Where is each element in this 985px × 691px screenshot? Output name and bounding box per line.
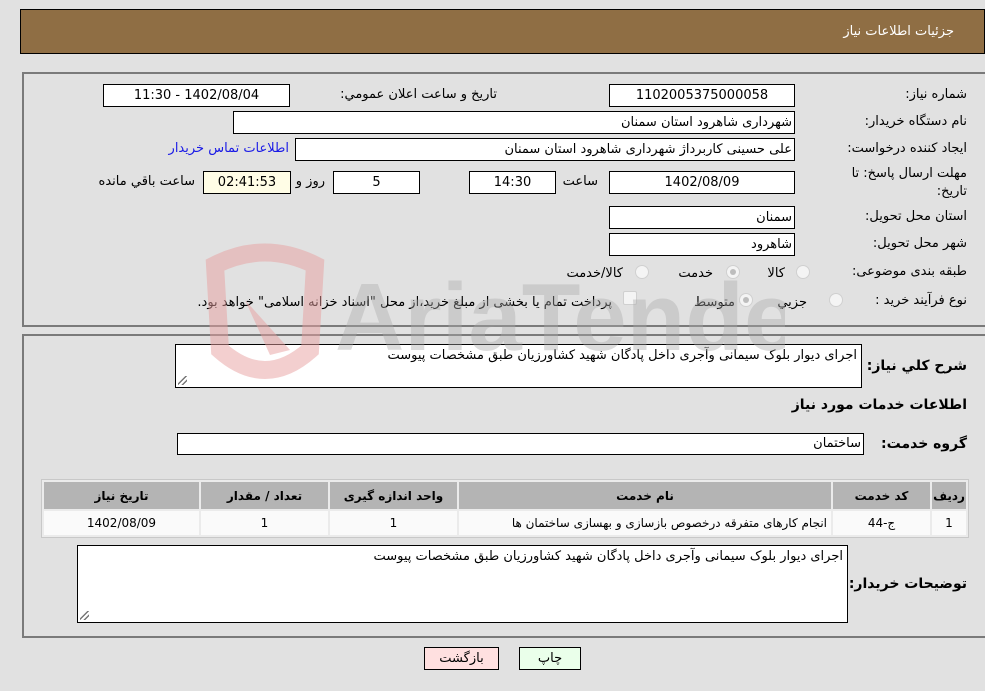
col-header-service-name: نام خدمت — [459, 482, 831, 509]
cell-service-name: انجام کارهای متفرقه درخصوص بازسازی و بهس… — [459, 511, 831, 535]
category-option-goods-service: کالا/خدمت — [566, 266, 623, 281]
buyer-notes-label: توضیحات خریدار: — [848, 576, 967, 592]
cell-row-number: 1 — [932, 511, 966, 535]
buyer-org-label: نام دستگاه خریدار: — [864, 114, 967, 129]
col-header-row-number: ردیف — [932, 482, 966, 509]
page-header: جزئیات اطلاعات نیاز — [20, 9, 985, 54]
announce-label: تاریخ و ساعت اعلان عمومي: — [340, 87, 497, 102]
deadline-label-line1: مهلت ارسال پاسخ: تا — [851, 166, 967, 181]
time-remaining-field[interactable]: 02:41:53 — [203, 171, 291, 194]
province-field[interactable]: سمنان — [609, 206, 795, 229]
col-header-service-code: کد خدمت — [833, 482, 930, 509]
table-row: 1 ج-44 انجام کارهای متفرقه درخصوص بازساز… — [44, 511, 966, 535]
creator-field[interactable]: علی حسینی کاربرداژ شهرداری شاهرود استان … — [295, 138, 795, 161]
buyer-notes-textarea[interactable]: اجرای دیوار بلوک سیمانی وآجری داخل پادگا… — [77, 545, 848, 623]
service-group-label: گروه خدمت: — [881, 436, 967, 452]
creator-label: ایجاد کننده درخواست: — [847, 141, 967, 156]
process-radio-minor[interactable] — [829, 293, 843, 307]
print-button[interactable]: چاپ — [519, 647, 581, 670]
category-radio-goods-service[interactable] — [635, 265, 649, 279]
category-radio-goods[interactable] — [796, 265, 810, 279]
buyer-org-field[interactable]: شهرداری شاهرود استان سمنان — [233, 111, 795, 134]
city-label: شهر محل تحویل: — [872, 236, 967, 251]
city-field[interactable]: شاهرود — [609, 233, 795, 256]
need-info-panel: شماره نیاز: 1102005375000058 تاریخ و ساع… — [22, 72, 985, 327]
services-table: ردیف کد خدمت نام خدمت واحد اندازه گیری ت… — [41, 479, 969, 538]
buyer-contact-link[interactable]: اطلاعات تماس خریدار — [169, 141, 289, 156]
service-group-field[interactable]: ساختمان — [177, 433, 864, 455]
summary-text: اجرای دیوار بلوک سیمانی وآجری داخل پادگا… — [387, 348, 857, 363]
process-option-minor: جزيي — [777, 295, 807, 310]
category-option-service: خدمت — [678, 266, 713, 281]
deadline-time-label: ساعت — [562, 174, 598, 189]
need-details-panel: شرح کلي نیاز: اجرای دیوار بلوک سیمانی وآ… — [22, 334, 985, 638]
need-number-label: شماره نیاز: — [905, 87, 967, 102]
back-button[interactable]: بازگشت — [424, 647, 499, 670]
category-label: طبقه بندی موضوعی: — [851, 264, 967, 279]
resize-handle-icon[interactable] — [80, 611, 89, 620]
table-header-row: ردیف کد خدمت نام خدمت واحد اندازه گیری ت… — [44, 482, 966, 509]
col-header-unit: واحد اندازه گیری — [330, 482, 457, 509]
category-option-goods: کالا — [767, 266, 785, 281]
province-label: استان محل تحویل: — [865, 209, 967, 224]
services-section-title: اطلاعات خدمات مورد نیاز — [791, 397, 967, 413]
category-radio-service[interactable] — [726, 265, 740, 279]
treasury-payment-checkbox[interactable] — [623, 291, 637, 305]
process-label: نوع فرآیند خرید : — [875, 293, 967, 308]
resize-handle-icon[interactable] — [178, 376, 187, 385]
cell-need-date: 1402/08/09 — [44, 511, 199, 535]
cell-service-code: ج-44 — [833, 511, 930, 535]
process-option-medium: متوسط — [694, 295, 735, 310]
buyer-notes-text: اجرای دیوار بلوک سیمانی وآجری داخل پادگا… — [373, 549, 843, 564]
days-label: روز و — [295, 174, 325, 189]
days-remaining-field[interactable]: 5 — [333, 171, 420, 194]
col-header-need-date: تاریخ نیاز — [44, 482, 199, 509]
treasury-payment-note: پرداخت تمام یا بخشی از مبلغ خرید،از محل … — [197, 295, 612, 310]
summary-label: شرح کلي نیاز: — [866, 358, 967, 374]
summary-textarea[interactable]: اجرای دیوار بلوک سیمانی وآجری داخل پادگا… — [175, 344, 862, 388]
cell-unit: 1 — [330, 511, 457, 535]
deadline-label-line2: تاریخ: — [936, 184, 967, 199]
time-remaining-label: ساعت باقي مانده — [98, 174, 195, 189]
col-header-quantity: تعداد / مقدار — [201, 482, 328, 509]
need-number-field[interactable]: 1102005375000058 — [609, 84, 795, 107]
process-radio-medium[interactable] — [739, 293, 753, 307]
deadline-time-field[interactable]: 14:30 — [469, 171, 556, 194]
deadline-date-field[interactable]: 1402/08/09 — [609, 171, 795, 194]
cell-quantity: 1 — [201, 511, 328, 535]
page-title: جزئیات اطلاعات نیاز — [843, 24, 954, 39]
announce-datetime-field[interactable]: 1402/08/04 - 11:30 — [103, 84, 290, 107]
